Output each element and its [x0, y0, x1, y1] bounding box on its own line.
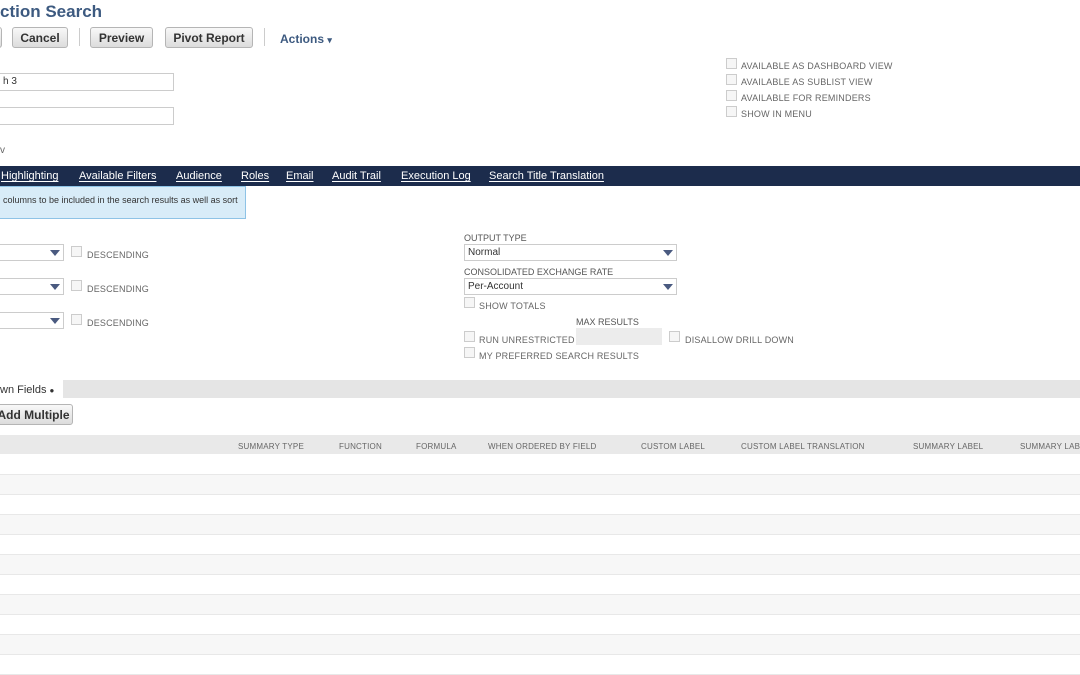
output-type-value: Normal	[468, 247, 501, 258]
output-type-label: OUTPUT TYPE	[464, 233, 527, 243]
chevron-down-icon	[50, 284, 60, 290]
table-row[interactable]	[0, 555, 1080, 575]
show-in-menu-checkbox[interactable]	[726, 106, 737, 117]
tab-audience[interactable]: Audience	[176, 170, 222, 182]
search-title-input[interactable]: h 3	[0, 73, 174, 91]
exchange-rate-value: Per-Account	[468, 281, 524, 292]
chevron-down-icon	[663, 284, 673, 290]
page-title: ction Search	[0, 2, 103, 21]
col-custom-label: CUSTOM LABEL	[641, 442, 706, 451]
table-row[interactable]	[0, 475, 1080, 495]
toolbar-separator	[264, 28, 265, 46]
tab-roles[interactable]: Roles	[241, 170, 269, 182]
subtab-bar: Highlighting Available Filters Audience …	[0, 166, 1080, 186]
results-subtab-label: wn Fields	[0, 384, 47, 396]
dot-icon: ●	[49, 386, 55, 395]
max-results-input[interactable]	[576, 328, 662, 345]
table-row[interactable]	[0, 515, 1080, 535]
col-summary-type: SUMMARY TYPE	[238, 442, 304, 451]
table-row[interactable]	[0, 495, 1080, 515]
col-formula: FORMULA	[416, 442, 457, 451]
chevron-down-icon	[663, 250, 673, 256]
chevron-down-icon	[50, 250, 60, 256]
max-results-label: MAX RESULTS	[576, 317, 639, 327]
exchange-rate-select[interactable]: Per-Account	[464, 278, 677, 295]
chevron-down-icon: ▾	[327, 35, 332, 45]
help-box: columns to be included in the search res…	[0, 186, 246, 219]
dashboard-view-label: AVAILABLE AS DASHBOARD VIEW	[741, 61, 893, 71]
table-row[interactable]	[0, 575, 1080, 595]
descending-label: DESCENDING	[87, 284, 150, 294]
results-subtab[interactable]: wn Fields ●	[0, 384, 54, 396]
table-row[interactable]	[0, 655, 1080, 675]
show-totals-checkbox[interactable]	[464, 297, 475, 308]
chevron-down-icon	[50, 318, 60, 324]
actions-label: Actions	[280, 32, 325, 46]
col-summary-label-2: SUMMARY LABI	[1020, 442, 1080, 451]
reminders-label: AVAILABLE FOR REMINDERS	[741, 93, 871, 103]
cancel-button[interactable]: Cancel	[12, 27, 68, 48]
tab-email[interactable]: Email	[286, 170, 314, 182]
subtab-strip	[63, 380, 1080, 398]
col-function: FUNCTION	[339, 442, 382, 451]
preferred-results-checkbox[interactable]	[464, 347, 475, 358]
sublist-view-checkbox[interactable]	[726, 74, 737, 85]
sort-by-select-1[interactable]	[0, 244, 64, 261]
descending-label: DESCENDING	[87, 318, 150, 328]
sort-by-select-2[interactable]	[0, 278, 64, 295]
actions-menu[interactable]: Actions ▾	[280, 32, 332, 46]
save-button[interactable]	[0, 27, 2, 48]
descending-checkbox-3[interactable]	[71, 314, 82, 325]
tab-highlighting[interactable]: Highlighting	[1, 170, 58, 182]
preferred-results-label: MY PREFERRED SEARCH RESULTS	[479, 351, 640, 361]
pivot-report-button[interactable]: Pivot Report	[165, 27, 253, 48]
table-row[interactable]	[0, 455, 1080, 475]
tab-audit-trail[interactable]: Audit Trail	[332, 170, 381, 182]
dashboard-view-checkbox[interactable]	[726, 58, 737, 69]
tab-search-title-translation[interactable]: Search Title Translation	[489, 170, 604, 182]
toolbar-separator	[79, 28, 80, 46]
sort-by-select-3[interactable]	[0, 312, 64, 329]
col-when-ordered-by-field: WHEN ORDERED BY FIELD	[488, 442, 597, 451]
show-totals-label: SHOW TOTALS	[479, 301, 546, 311]
preview-button[interactable]: Preview	[90, 27, 153, 48]
run-unrestricted-checkbox[interactable]	[464, 331, 475, 342]
run-unrestricted-label: RUN UNRESTRICTED	[479, 335, 575, 345]
descending-checkbox-2[interactable]	[71, 280, 82, 291]
table-row[interactable]	[0, 595, 1080, 615]
reminders-checkbox[interactable]	[726, 90, 737, 101]
table-row[interactable]	[0, 535, 1080, 555]
show-in-menu-label: SHOW IN MENU	[741, 109, 812, 119]
descending-checkbox-1[interactable]	[71, 246, 82, 257]
disallow-drill-down-label: DISALLOW DRILL DOWN	[685, 335, 794, 345]
table-row[interactable]	[0, 635, 1080, 655]
exchange-rate-label: CONSOLIDATED EXCHANGE RATE	[464, 267, 614, 277]
output-type-select[interactable]: Normal	[464, 244, 677, 261]
sublist-view-label: AVAILABLE AS SUBLIST VIEW	[741, 77, 873, 87]
col-summary-label: SUMMARY LABEL	[913, 442, 984, 451]
search-id-input[interactable]	[0, 107, 174, 125]
col-custom-label-translation: CUSTOM LABEL TRANSLATION	[741, 442, 865, 451]
tab-available-filters[interactable]: Available Filters	[79, 170, 156, 182]
descending-label: DESCENDING	[87, 250, 150, 260]
help-text: columns to be included in the search res…	[3, 195, 238, 205]
table-row[interactable]	[0, 615, 1080, 635]
tab-execution-log[interactable]: Execution Log	[401, 170, 471, 182]
add-multiple-button[interactable]: Add Multiple	[0, 404, 73, 425]
disallow-drill-down-checkbox[interactable]	[669, 331, 680, 342]
partial-label: v	[0, 145, 5, 156]
